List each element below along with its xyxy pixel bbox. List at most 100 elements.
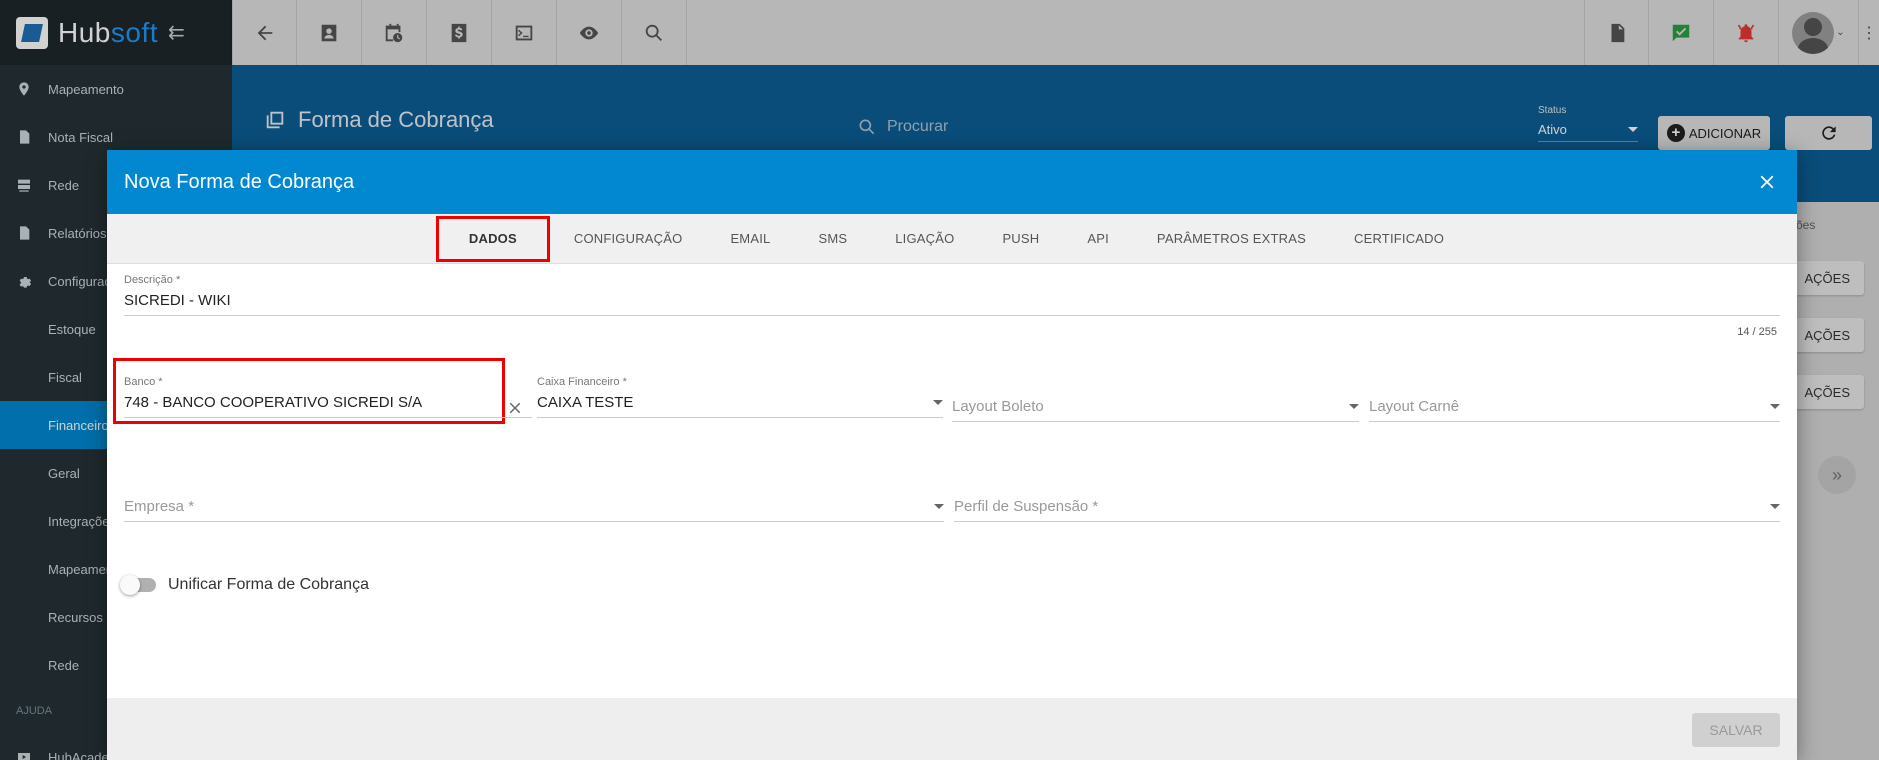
- notifications-button[interactable]: [1714, 0, 1779, 65]
- dollar-icon: [451, 23, 467, 42]
- contact-card-icon: [321, 24, 337, 41]
- new-billing-method-dialog: Nova Forma de Cobrança DADOS CONFIGURAÇÃ…: [107, 150, 1797, 760]
- descricao-label: Descrição *: [124, 274, 181, 286]
- descricao-field[interactable]: Descrição * SICREDI - WIKI: [124, 274, 1780, 316]
- bell-alert-icon: [1737, 23, 1755, 42]
- layout-carne-placeholder: Layout Carnê: [1369, 398, 1780, 422]
- tab-parametros-extras[interactable]: PARÂMETROS EXTRAS: [1133, 214, 1330, 264]
- search-field[interactable]: Procurar: [857, 117, 948, 137]
- sidebar-item-label: Geral: [48, 465, 80, 481]
- pdf-button[interactable]: [1584, 0, 1649, 65]
- sidebar-item-mapeamento[interactable]: Mapeamento: [0, 65, 232, 113]
- video-icon: [16, 749, 32, 760]
- plus-circle-icon: +: [1666, 124, 1685, 142]
- terminal-button[interactable]: [492, 0, 557, 65]
- avatar: [1792, 11, 1835, 54]
- toggle-track: [120, 575, 156, 595]
- layout-boleto-select[interactable]: Layout Boleto: [952, 398, 1359, 422]
- brand[interactable]: Hubsoft ⇇: [0, 0, 232, 65]
- dialog-header: Nova Forma de Cobrança: [107, 150, 1797, 214]
- sidebar-item-label: Rede: [48, 177, 80, 193]
- map-pin-icon: [16, 81, 32, 97]
- dialog-title: Nova Forma de Cobrança: [124, 170, 355, 193]
- empresa-select[interactable]: Empresa *: [124, 498, 944, 522]
- search-icon: [645, 24, 662, 41]
- eye-icon: [579, 26, 599, 39]
- close-icon: [1760, 175, 1774, 189]
- collapse-menu-icon[interactable]: ⇇: [168, 20, 185, 45]
- descricao-value: SICREDI - WIKI: [124, 292, 1780, 316]
- refresh-icon: [1821, 126, 1836, 140]
- view-button[interactable]: [557, 0, 622, 65]
- contacts-button[interactable]: [297, 0, 362, 65]
- empresa-placeholder: Empresa *: [124, 498, 944, 522]
- report-icon: [16, 225, 32, 241]
- caixa-financeiro-value: CAIXA TESTE: [537, 394, 943, 418]
- unificar-toggle[interactable]: Unificar Forma de Cobrança: [120, 575, 369, 595]
- arrow-left-icon: [257, 25, 272, 40]
- perfil-suspensao-placeholder: Perfil de Suspensão *: [954, 498, 1780, 522]
- toggle-knob: [120, 575, 140, 595]
- banco-value: 748 - BANCO COOPERATIVO SICREDI S/A: [124, 394, 532, 418]
- layers-icon: [266, 111, 284, 129]
- chevron-down-icon: [933, 400, 943, 405]
- search-button[interactable]: [622, 0, 687, 65]
- character-counter: 14 / 255: [1737, 326, 1777, 338]
- tab-sms[interactable]: SMS: [794, 214, 871, 264]
- add-button[interactable]: + ADICIONAR: [1658, 116, 1770, 150]
- sidebar-item-label: Nota Fiscal: [48, 129, 114, 145]
- layout-carne-select[interactable]: Layout Carnê: [1369, 398, 1780, 422]
- brand-name: Hubsoft: [58, 16, 159, 48]
- tab-dados[interactable]: DADOS: [435, 215, 550, 262]
- dialog-footer: SALVAR: [107, 698, 1797, 760]
- terminal-icon: [515, 25, 533, 40]
- pdf-file-icon: [1611, 23, 1624, 42]
- perfil-suspensao-select[interactable]: Perfil de Suspensão *: [954, 498, 1780, 522]
- chevron-down-icon: [1770, 504, 1780, 509]
- status-select[interactable]: Status Ativo: [1538, 105, 1638, 142]
- caixa-financeiro-select[interactable]: Caixa Financeiro * CAIXA TESTE: [537, 376, 943, 418]
- sidebar-item-label: Integrações: [48, 513, 116, 529]
- layout-boleto-placeholder: Layout Boleto: [952, 398, 1359, 422]
- apps-menu-button[interactable]: ⋮: [1859, 0, 1879, 65]
- page-title: Forma de Cobrança: [264, 107, 494, 133]
- tab-push[interactable]: PUSH: [978, 214, 1063, 264]
- chevron-down-icon: [934, 504, 944, 509]
- sidebar-item-label: Financeiro: [48, 417, 109, 433]
- chat-check-icon: [1672, 24, 1690, 41]
- refresh-button[interactable]: [1785, 116, 1872, 150]
- back-button[interactable]: [232, 0, 297, 65]
- hubsoft-logo-icon: [16, 16, 48, 49]
- tab-certificado[interactable]: CERTIFICADO: [1330, 214, 1468, 264]
- next-page-icon[interactable]: »: [1818, 456, 1856, 494]
- unificar-label: Unificar Forma de Cobrança: [168, 576, 369, 593]
- sidebar-item-label: Fiscal: [48, 369, 82, 385]
- sidebar-item-label: Relatórios: [48, 225, 107, 241]
- status-value: Ativo: [1538, 122, 1638, 142]
- search-icon: [859, 119, 875, 135]
- server-icon: [16, 177, 32, 193]
- topbar: ⌄ ⋮: [232, 0, 1879, 65]
- clear-banco-icon[interactable]: [506, 399, 524, 417]
- calendar-button[interactable]: [362, 0, 427, 65]
- tab-api[interactable]: API: [1063, 214, 1133, 264]
- finance-button[interactable]: [427, 0, 492, 65]
- apps-grid-icon: ⋮: [1861, 24, 1877, 42]
- banco-field[interactable]: Banco * 748 - BANCO COOPERATIVO SICREDI …: [124, 376, 532, 418]
- calendar-clock-icon: [385, 23, 403, 42]
- close-button[interactable]: [1753, 168, 1781, 196]
- tab-configuracao[interactable]: CONFIGURAÇÃO: [550, 214, 707, 264]
- caixa-financeiro-label: Caixa Financeiro *: [537, 376, 627, 388]
- tasks-button[interactable]: [1649, 0, 1714, 65]
- banco-label: Banco *: [124, 376, 163, 388]
- sidebar-item-label: Mapeamento: [48, 81, 124, 97]
- gear-icon: [16, 273, 32, 289]
- tab-email[interactable]: EMAIL: [706, 214, 794, 264]
- tab-ligacao[interactable]: LIGAÇÃO: [871, 214, 978, 264]
- chevron-down-icon: [1770, 404, 1780, 409]
- chevron-down-icon: ⌄: [1836, 27, 1845, 38]
- save-button[interactable]: SALVAR: [1692, 713, 1780, 747]
- user-menu-button[interactable]: ⌄: [1779, 0, 1859, 65]
- status-label: Status: [1538, 105, 1567, 116]
- dialog-tabs: DADOS CONFIGURAÇÃO EMAIL SMS LIGAÇÃO PUS…: [107, 214, 1797, 264]
